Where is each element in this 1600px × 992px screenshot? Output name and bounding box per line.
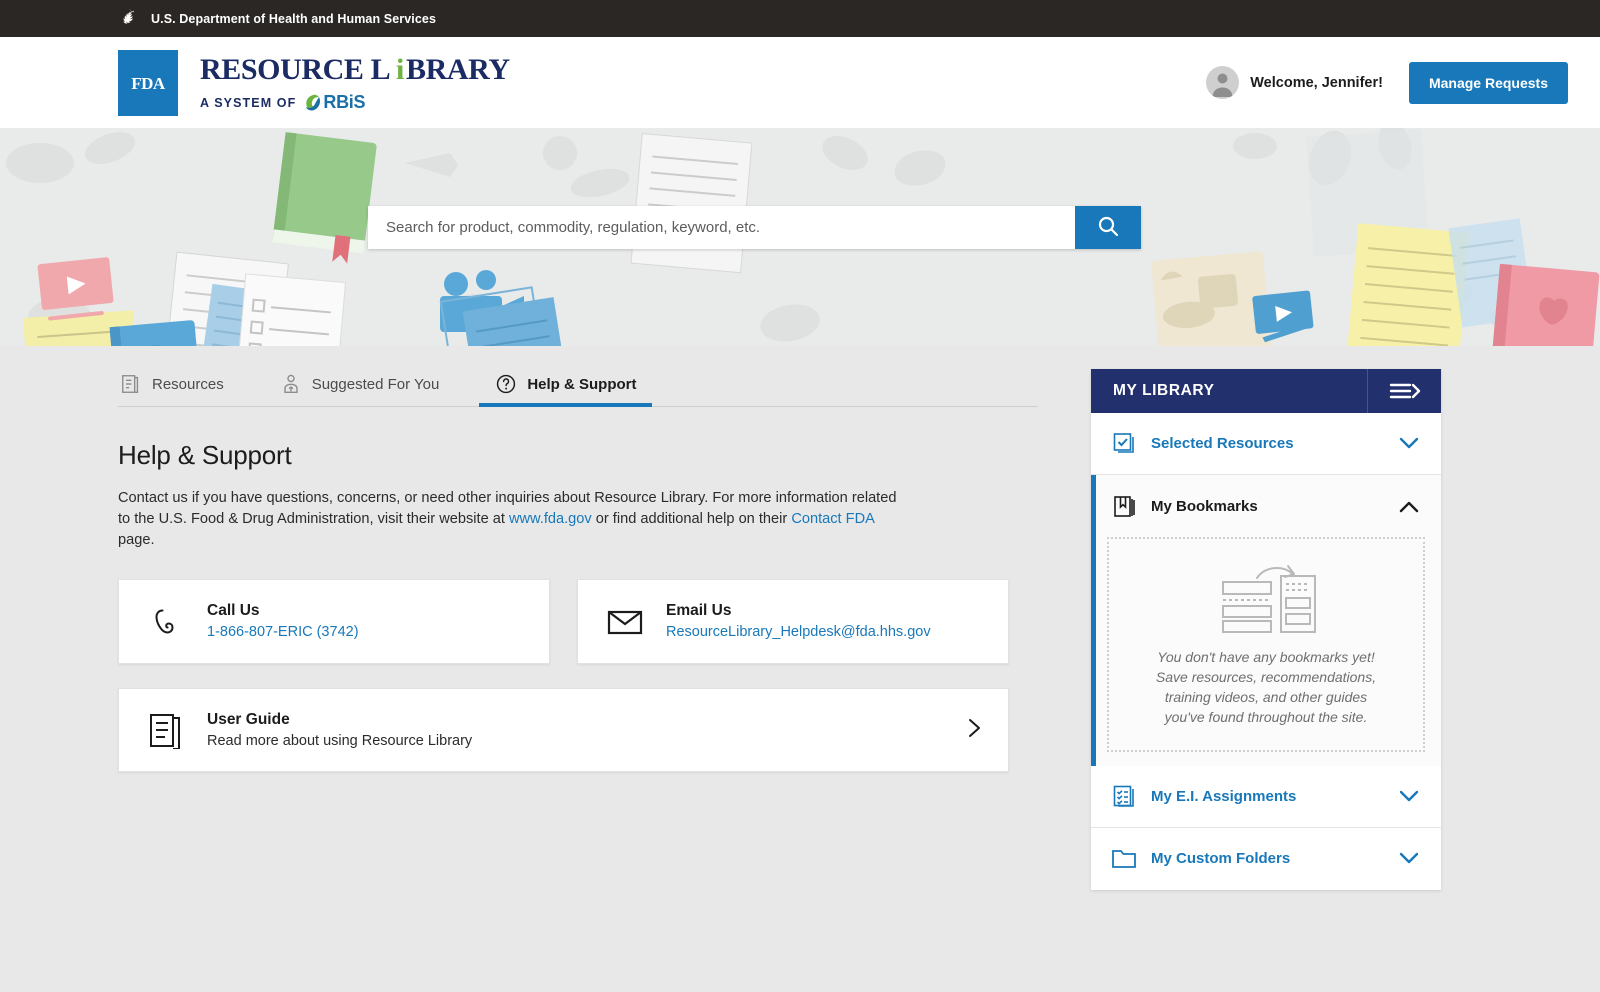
sidebar-item-label: Selected Resources bbox=[1151, 435, 1294, 452]
guide-document-icon bbox=[143, 711, 189, 750]
search-input[interactable] bbox=[368, 206, 1075, 249]
rbis-logo: RBiS bbox=[303, 92, 365, 113]
checklist-icon bbox=[1110, 784, 1138, 809]
sidebar-item-my-bookmarks[interactable]: My Bookmarks bbox=[1091, 475, 1441, 537]
svg-text:i: i bbox=[396, 53, 404, 86]
checkbox-stack-icon bbox=[1110, 431, 1138, 456]
user-guide-card[interactable]: User Guide Read more about using Resourc… bbox=[118, 688, 1009, 773]
email-us-card[interactable]: Email Us ResourceLibrary_Helpdesk@fda.hh… bbox=[577, 579, 1009, 665]
empty-text-line-1: You don't have any bookmarks yet! bbox=[1157, 649, 1375, 665]
brand-wordmark[interactable]: RESOURCE L i BRARY A SYSTEM OF RBiS bbox=[200, 52, 540, 113]
main-content: Resources Suggested For You Help & Suppo… bbox=[118, 346, 1038, 773]
sidebar-item-my-ei-assignments[interactable]: My E.I. Assignments bbox=[1091, 765, 1441, 828]
document-list-icon bbox=[120, 373, 142, 395]
gov-banner-text: U.S. Department of Health and Human Serv… bbox=[151, 11, 437, 26]
user-avatar-icon bbox=[1206, 66, 1240, 99]
chevron-down-icon[interactable] bbox=[1399, 852, 1419, 865]
card-title: User Guide bbox=[207, 711, 290, 729]
chevron-down-icon[interactable] bbox=[1399, 790, 1419, 803]
sidebar-item-label: My Bookmarks bbox=[1151, 497, 1258, 515]
bookmarks-panel: You don't have any bookmarks yet! Save r… bbox=[1091, 537, 1441, 766]
rbis-wordmark: RBiS bbox=[323, 92, 366, 112]
sidebar-item-label: My E.I. Assignments bbox=[1151, 787, 1297, 805]
hhs-seal-icon bbox=[118, 7, 142, 31]
content-tabs: Resources Suggested For You Help & Suppo… bbox=[118, 365, 1038, 407]
intro-text-3: page. bbox=[118, 532, 155, 549]
card-title: Call Us bbox=[207, 602, 260, 620]
sidebar-item-label: My Custom Folders bbox=[1151, 850, 1291, 868]
tab-label: Help & Support bbox=[527, 375, 637, 393]
contact-fda-link[interactable]: Contact FDA bbox=[791, 511, 874, 527]
phone-icon bbox=[143, 605, 189, 639]
svg-text:RESOURCE L: RESOURCE L bbox=[200, 53, 390, 86]
envelope-icon bbox=[602, 608, 648, 636]
search-button[interactable] bbox=[1075, 206, 1141, 249]
tab-suggested-for-you[interactable]: Suggested For You bbox=[278, 365, 442, 406]
empty-text-line-2: Save resources, recommendations, bbox=[1155, 669, 1377, 686]
intro-text-2: or find additional help on their bbox=[591, 511, 792, 528]
brand-subtitle: A SYSTEM OF bbox=[200, 95, 297, 110]
empty-text-line-4: you've found throughout the site. bbox=[1164, 709, 1368, 726]
person-suggestion-icon bbox=[280, 373, 302, 395]
site-header: FDA RESOURCE L i BRARY A SYSTEM OF RBiS bbox=[0, 37, 1600, 128]
sidebar-item-my-custom-folders[interactable]: My Custom Folders bbox=[1091, 827, 1441, 890]
my-library-panel: MY LIBRARY Selected Resources My Bookmar… bbox=[1091, 369, 1441, 890]
email-address-link[interactable]: ResourceLibrary_Helpdesk@fda.hhs.gov bbox=[666, 624, 931, 640]
empty-bookmarks-illustration bbox=[1123, 562, 1409, 634]
page-body: Resources Suggested For You Help & Suppo… bbox=[0, 346, 1600, 890]
empty-text-line-3: training videos, and other guides bbox=[1164, 689, 1368, 706]
help-intro: Contact us if you have questions, concer… bbox=[118, 488, 908, 551]
hero-banner bbox=[0, 128, 1600, 346]
call-us-card[interactable]: Call Us 1-866-807-ERIC (3742) bbox=[118, 579, 550, 665]
svg-text:FDA: FDA bbox=[131, 74, 166, 93]
folder-icon bbox=[1110, 848, 1138, 870]
bookmark-icon bbox=[1110, 494, 1138, 519]
tab-help-and-support[interactable]: Help & Support bbox=[479, 365, 653, 407]
brand-title: RESOURCE L i BRARY bbox=[200, 52, 540, 91]
my-library-title: MY LIBRARY bbox=[1113, 382, 1215, 399]
welcome-text: Welcome, Jennifer! bbox=[1250, 74, 1383, 91]
card-subtitle: Read more about using Resource Library bbox=[207, 733, 473, 750]
page-title: Help & Support bbox=[118, 440, 292, 470]
tab-label: Resources bbox=[152, 375, 224, 393]
fda-logo[interactable]: FDA bbox=[118, 49, 178, 116]
search-icon bbox=[1096, 214, 1120, 241]
svg-text:BRARY: BRARY bbox=[406, 53, 510, 86]
tab-resources[interactable]: Resources bbox=[118, 365, 226, 406]
manage-requests-button[interactable]: Manage Requests bbox=[1408, 61, 1568, 104]
search-bar[interactable] bbox=[368, 206, 1141, 249]
bookmarks-empty-state: You don't have any bookmarks yet! Save r… bbox=[1107, 537, 1425, 752]
menu-expand-icon[interactable] bbox=[1367, 369, 1441, 413]
gov-banner: U.S. Department of Health and Human Serv… bbox=[0, 0, 1600, 37]
contact-cards: Call Us 1-866-807-ERIC (3742) Email Us R… bbox=[118, 579, 1038, 665]
question-circle-icon bbox=[495, 373, 517, 395]
phone-number-link[interactable]: 1-866-807-ERIC (3742) bbox=[207, 624, 359, 640]
card-title: Email Us bbox=[666, 602, 732, 620]
my-library-header: MY LIBRARY bbox=[1091, 369, 1441, 413]
tab-label: Suggested For You bbox=[311, 375, 440, 393]
sidebar-item-selected-resources[interactable]: Selected Resources bbox=[1091, 413, 1441, 475]
chevron-up-icon[interactable] bbox=[1399, 500, 1419, 513]
chevron-right-icon[interactable] bbox=[964, 716, 984, 745]
sidebar: MY LIBRARY Selected Resources My Bookmar… bbox=[1091, 369, 1441, 890]
chevron-down-icon[interactable] bbox=[1399, 437, 1419, 450]
user-welcome[interactable]: Welcome, Jennifer! bbox=[1206, 66, 1383, 99]
fda-website-link[interactable]: www.fda.gov bbox=[509, 511, 592, 527]
